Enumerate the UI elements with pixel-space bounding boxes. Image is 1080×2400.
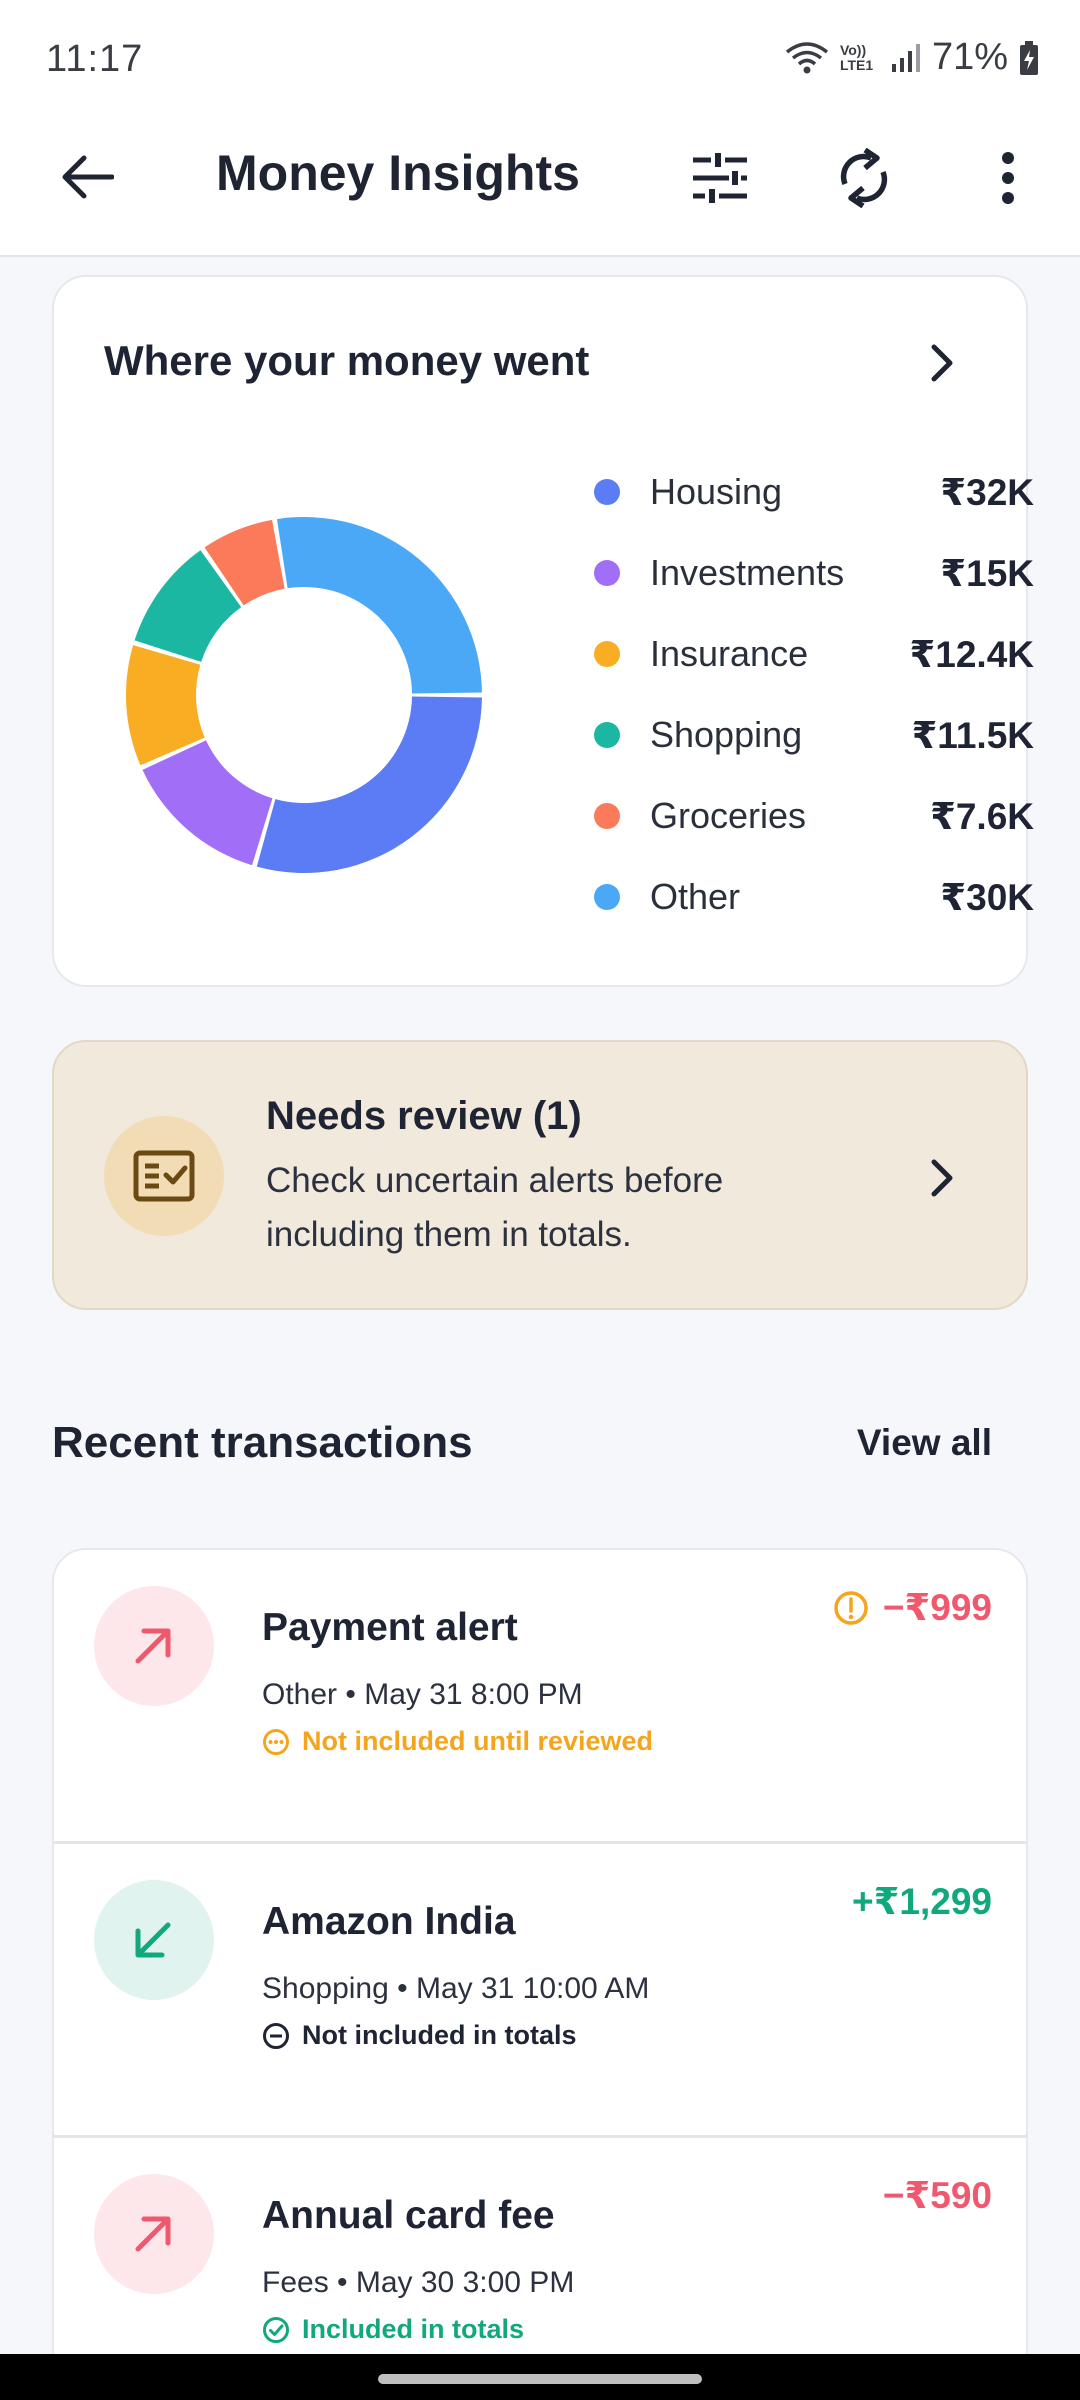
legend-value: ₹12.4K bbox=[909, 633, 1034, 675]
outgoing-avatar bbox=[94, 1586, 214, 1706]
sync-icon bbox=[840, 148, 888, 208]
check-circle-icon bbox=[263, 2316, 289, 2343]
legend-label: Insurance bbox=[650, 633, 809, 674]
transaction-amount-value: −₹590 bbox=[882, 2175, 992, 2216]
filter-button[interactable] bbox=[682, 140, 758, 216]
legend-item-groceries: Groceries ₹7.6K bbox=[594, 786, 1034, 846]
legend-dot bbox=[594, 641, 620, 667]
legend-value: ₹15K bbox=[940, 552, 1034, 594]
legend-label: Shopping bbox=[650, 714, 803, 755]
donut-slice-housing bbox=[256, 696, 482, 873]
transaction-status: Not included in totals bbox=[262, 2020, 577, 2051]
legend-value: ₹11.5K bbox=[911, 714, 1034, 756]
incoming-avatar bbox=[94, 1880, 214, 2000]
pending-icon bbox=[263, 1728, 289, 1755]
needs-review-card[interactable]: Needs review (1) Check uncertain alerts … bbox=[52, 1040, 1028, 1310]
review-description: Check uncertain alerts before including … bbox=[266, 1161, 724, 1254]
wifi-icon bbox=[785, 41, 829, 73]
more-options-button[interactable] bbox=[970, 140, 1046, 216]
fact-check-icon bbox=[133, 1150, 195, 1202]
more-vert-icon bbox=[1002, 152, 1014, 204]
status-time: 11:17 bbox=[46, 38, 144, 80]
page-title: Money Insights bbox=[216, 145, 580, 201]
legend-value: ₹30K bbox=[940, 876, 1034, 918]
transaction-amount: −₹999 bbox=[833, 1586, 992, 1629]
transaction-status-label: Included in totals bbox=[302, 2314, 525, 2344]
legend-item-insurance: Insurance ₹12.4K bbox=[594, 624, 1034, 684]
status-bar: 11:17 Vo)) LTE1 71% bbox=[0, 0, 1080, 120]
chevron-right-icon bbox=[931, 1159, 953, 1197]
donut-slice-investments bbox=[142, 740, 273, 866]
transaction-status-label: Not included until reviewed bbox=[302, 1726, 654, 1756]
transaction-row[interactable]: Amazon India Shopping • May 31 10:00 AM No… bbox=[54, 1844, 1026, 2138]
battery-charging-icon bbox=[1020, 40, 1038, 75]
status-icons: Vo)) LTE1 71% bbox=[784, 36, 1040, 79]
legend-value: ₹7.6K bbox=[930, 795, 1034, 837]
transaction-meta: Shopping • May 31 10:00 AM bbox=[262, 1972, 650, 2005]
transaction-status-label: Not included in totals bbox=[302, 2020, 577, 2050]
legend-dot bbox=[594, 560, 620, 586]
spending-card[interactable]: Where your money went Housing ₹32K Investm… bbox=[52, 275, 1034, 987]
spending-donut-chart bbox=[125, 517, 482, 873]
refresh-button[interactable] bbox=[826, 140, 902, 216]
transaction-row[interactable]: Payment alert Other • May 31 8:00 PM Not i… bbox=[54, 1550, 1026, 1844]
home-gesture-handle[interactable] bbox=[378, 2374, 702, 2384]
transactions-list: Payment alert Other • May 31 8:00 PM Not i… bbox=[52, 1548, 1028, 2400]
legend-value: ₹32K bbox=[940, 471, 1034, 513]
legend-label: Housing bbox=[650, 471, 783, 512]
transaction-name: Amazon India bbox=[262, 1900, 516, 1943]
tune-icon bbox=[693, 153, 747, 203]
transaction-meta: Fees • May 30 3:00 PM bbox=[262, 2266, 575, 2299]
chevron-right-icon bbox=[931, 344, 953, 382]
transaction-name: Payment alert bbox=[262, 1606, 518, 1649]
battery-percent: 71% bbox=[931, 36, 1008, 78]
donut-slice-other bbox=[276, 517, 482, 694]
legend-item-shopping: Shopping ₹11.5K bbox=[594, 705, 1034, 765]
outgoing-avatar bbox=[94, 2174, 214, 2294]
remove-circle-icon bbox=[263, 2022, 289, 2049]
legend-item-investments: Investments ₹15K bbox=[594, 543, 1034, 603]
legend-dot bbox=[594, 884, 620, 910]
network-label: Vo)) LTE1 bbox=[839, 41, 874, 73]
legend-dot bbox=[594, 479, 620, 505]
arrow-up-right-icon bbox=[135, 1628, 171, 1664]
transaction-meta: Other • May 31 8:00 PM bbox=[262, 1678, 583, 1711]
transaction-amount: −₹590 bbox=[883, 2174, 992, 2217]
transaction-amount: +₹1,299 bbox=[852, 1880, 992, 1923]
app-bar: Money Insights bbox=[0, 120, 1080, 257]
legend-item-other: Other ₹30K bbox=[594, 867, 1034, 927]
transaction-name: Annual card fee bbox=[262, 2194, 555, 2237]
arrow-up-right-icon bbox=[135, 2216, 171, 2252]
review-icon-wrap bbox=[104, 1116, 224, 1236]
transaction-status: Included in totals bbox=[262, 2314, 524, 2345]
arrow-back-icon bbox=[62, 155, 114, 199]
recent-transactions-title: Recent transactions bbox=[52, 1418, 473, 1467]
warning-icon bbox=[834, 1590, 868, 1625]
transaction-amount-value: +₹1,299 bbox=[852, 1881, 992, 1922]
legend-dot bbox=[594, 803, 620, 829]
legend-label: Groceries bbox=[650, 795, 807, 836]
legend-label: Investments bbox=[650, 552, 845, 593]
view-all-link[interactable]: View all bbox=[857, 1422, 992, 1464]
signal-icon bbox=[891, 43, 920, 72]
legend-label: Other bbox=[650, 876, 741, 917]
spending-card-title: Where your money went bbox=[104, 337, 590, 384]
arrow-down-left-icon bbox=[135, 1922, 171, 1958]
transaction-amount-value: −₹999 bbox=[882, 1587, 992, 1628]
back-button[interactable] bbox=[52, 142, 122, 212]
legend-item-housing: Housing ₹32K bbox=[594, 462, 1034, 522]
transaction-status: Not included until reviewed bbox=[262, 1726, 653, 1757]
system-navigation-bar bbox=[0, 2354, 1080, 2400]
legend-dot bbox=[594, 722, 620, 748]
review-title: Needs review (1) bbox=[266, 1094, 582, 1138]
